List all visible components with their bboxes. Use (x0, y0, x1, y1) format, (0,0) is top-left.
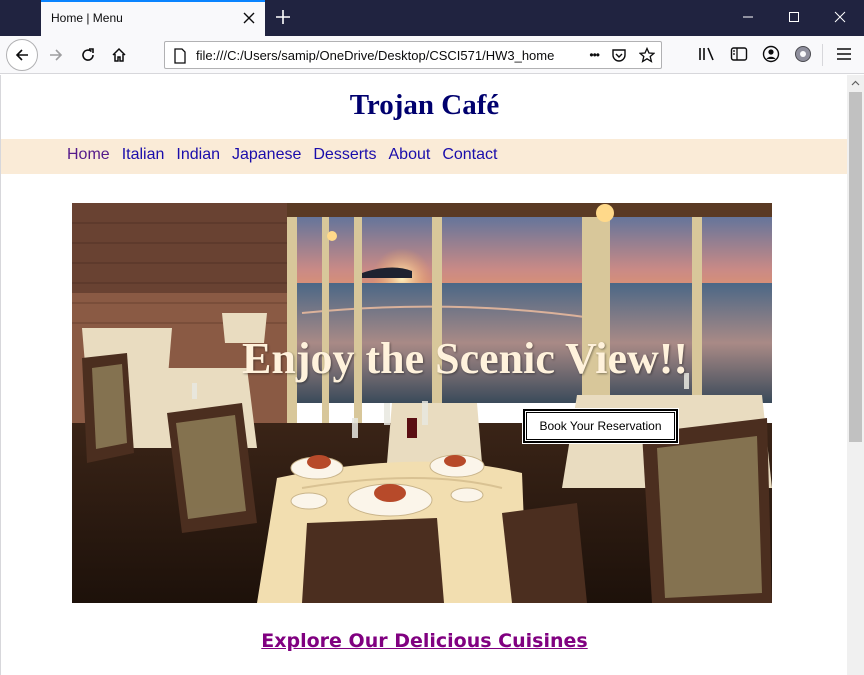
maximize-button[interactable] (771, 0, 817, 34)
vertical-scrollbar[interactable] (847, 75, 864, 675)
home-icon (112, 47, 126, 62)
close-icon (834, 11, 846, 23)
minimize-icon (743, 16, 753, 18)
account-icon[interactable] (762, 45, 780, 63)
window-close-button[interactable] (817, 0, 863, 34)
bookmark-star-icon[interactable] (639, 47, 655, 63)
book-reservation-button[interactable]: Book Your Reservation (522, 408, 679, 444)
back-button[interactable] (6, 39, 38, 71)
url-bar[interactable]: file:///C:/Users/samip/OneDrive/Desktop/… (164, 41, 662, 69)
tab-title: Home | Menu (51, 11, 123, 25)
minimize-button[interactable] (725, 0, 771, 34)
back-icon (15, 49, 28, 61)
forward-button[interactable] (41, 40, 71, 70)
menu-icon[interactable] (836, 47, 852, 61)
page-icon (174, 48, 186, 64)
pocket-icon[interactable] (611, 47, 627, 63)
scroll-up-icon[interactable] (847, 75, 864, 92)
hero-banner: Enjoy the Scenic View!! Book Your Reserv… (72, 203, 772, 603)
nav-link-about[interactable]: About (389, 146, 431, 164)
nav-link-home[interactable]: Home (67, 146, 110, 164)
home-button[interactable] (104, 40, 134, 70)
hero-headline: Enjoy the Scenic View!! (242, 334, 689, 383)
nav-link-contact[interactable]: Contact (442, 146, 497, 164)
maximize-icon (789, 12, 799, 22)
nav-link-indian[interactable]: Indian (176, 146, 220, 164)
extensions-icon[interactable] (794, 45, 812, 63)
explore-cuisines-heading[interactable]: Explore Our Delicious Cuisines (1, 630, 847, 652)
nav-link-japanese[interactable]: Japanese (232, 146, 301, 164)
close-icon[interactable] (241, 10, 257, 26)
restaurant-photo (72, 203, 772, 603)
sidebar-icon[interactable] (730, 46, 748, 62)
reload-icon (82, 48, 94, 61)
toolbar-separator (822, 44, 823, 66)
nav-link-desserts[interactable]: Desserts (313, 146, 376, 164)
page-viewport: Trojan Café Home Italian Indian Japanese… (0, 75, 847, 675)
plus-icon[interactable] (274, 8, 292, 26)
more-icon[interactable]: ••• (589, 48, 600, 62)
reload-button[interactable] (73, 40, 103, 70)
site-title: Trojan Café (349, 89, 500, 121)
forward-icon (50, 49, 63, 61)
active-tab[interactable]: Home | Menu (41, 0, 265, 36)
url-text[interactable]: file:///C:/Users/samip/OneDrive/Desktop/… (196, 48, 596, 63)
library-icon[interactable] (698, 46, 716, 62)
tab-strip: Home | Menu (0, 0, 864, 36)
site-nav: Home Italian Indian Japanese Desserts Ab… (1, 139, 847, 174)
nav-link-italian[interactable]: Italian (122, 146, 165, 164)
scroll-thumb[interactable] (849, 92, 862, 442)
